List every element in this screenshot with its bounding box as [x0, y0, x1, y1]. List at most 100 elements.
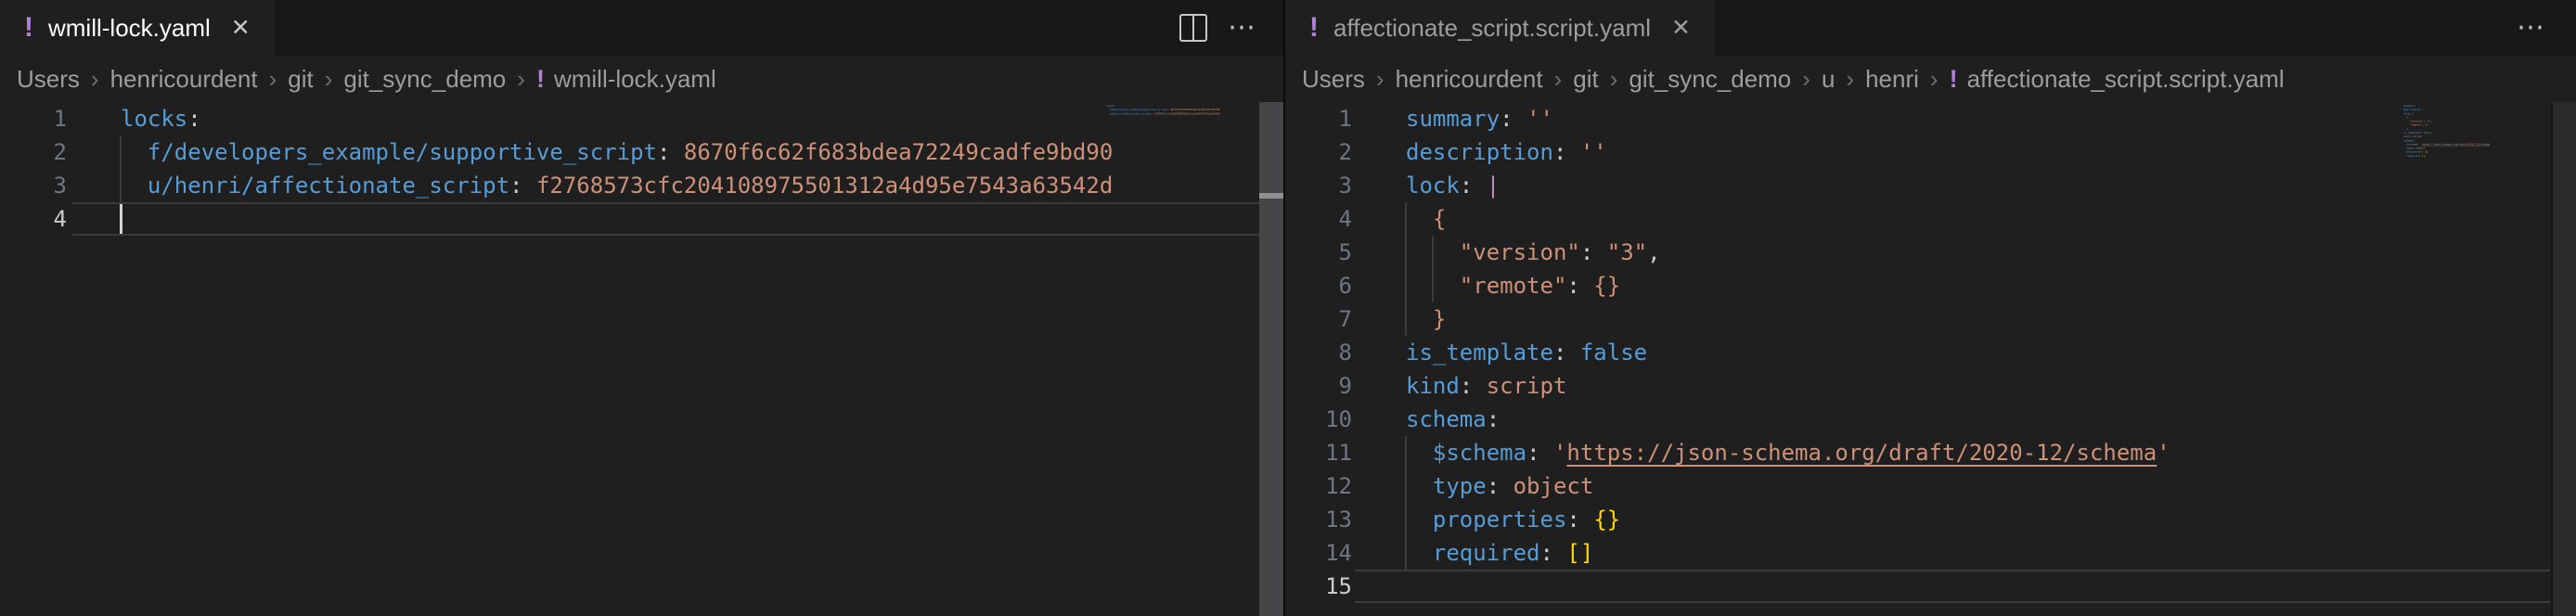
code-line[interactable]: 12 type: object — [1285, 469, 2576, 503]
code-line[interactable]: 1summary: '' — [1285, 102, 2576, 135]
breadcrumb-item[interactable]: Users — [1302, 65, 1365, 94]
code-line-text: lock: | — [1406, 169, 1500, 202]
code-token: : — [1460, 373, 1487, 399]
code-token: : — [1460, 173, 1487, 199]
code-token: '' — [1580, 139, 1607, 165]
minimap[interactable]: locks: f/developers_example/supportive_s… — [1106, 104, 1283, 120]
overview-ruler-cursor-marker — [1259, 193, 1283, 199]
line-number[interactable]: 2 — [0, 135, 67, 169]
vertical-scrollbar[interactable] — [2551, 102, 2576, 616]
code-token: , — [1647, 239, 1660, 265]
code-line[interactable]: 4 { — [1285, 202, 2576, 236]
breadcrumb-file-item[interactable]: !affectionate_script.script.yaml — [1950, 65, 2285, 94]
code-line[interactable]: 1 locks: — [0, 102, 1283, 135]
code-line[interactable]: 2description: '' — [1285, 135, 2576, 169]
line-number[interactable]: 6 — [1285, 269, 1352, 302]
line-number[interactable]: 12 — [1285, 469, 1352, 503]
breadcrumb-file-label: wmill-lock.yaml — [554, 65, 716, 94]
code-line[interactable]: 10schema: — [1285, 403, 2576, 436]
indent-guide — [1405, 202, 1407, 336]
code-line[interactable]: 7 } — [1285, 302, 2576, 336]
breadcrumb-file-item[interactable]: !wmill-lock.yaml — [536, 65, 716, 94]
line-number[interactable]: 15 — [1285, 570, 1352, 603]
yaml-file-icon: ! — [1309, 14, 1319, 42]
yaml-file-icon: ! — [24, 14, 33, 42]
code-token — [1406, 507, 1433, 533]
line-number[interactable]: 3 — [1285, 169, 1352, 202]
breadcrumb-separator-icon: › — [269, 65, 277, 94]
breadcrumb-item[interactable]: henricourdent — [110, 65, 258, 94]
code-token: : — [1487, 406, 1500, 432]
code-line-text: "remote": {} — [1406, 269, 1620, 302]
code-line-text: is_template: false — [1406, 336, 1647, 369]
code-line[interactable]: 13 properties: {} — [1285, 503, 2576, 536]
code-token: f2768573cfc204108975501312a4d95e7543a635… — [536, 173, 1113, 199]
code-line-text: u/henri/affectionate_script: f2768573cfc… — [121, 169, 1113, 202]
line-number[interactable]: 7 — [1285, 302, 1352, 336]
close-icon[interactable]: ✕ — [1671, 17, 1691, 40]
line-number[interactable]: 1 — [1285, 102, 1352, 135]
code-line-text: "version": "3", — [1406, 236, 1661, 269]
line-number[interactable]: 8 — [1285, 336, 1352, 369]
close-icon[interactable]: ✕ — [231, 17, 251, 40]
breadcrumb-item[interactable]: git_sync_demo — [343, 65, 506, 94]
code-token: : — [187, 106, 200, 132]
code-token: summary — [1406, 106, 1500, 132]
line-number[interactable]: 1 — [0, 102, 67, 135]
line-number[interactable]: 9 — [1285, 369, 1352, 403]
code-token: script — [1487, 373, 1567, 399]
line-number[interactable]: 3 — [0, 169, 67, 202]
code-line-text: type: object — [1406, 469, 1593, 503]
line-number[interactable]: 14 — [1285, 536, 1352, 570]
breadcrumb-item[interactable]: u — [1822, 65, 1835, 94]
line-number[interactable]: 4 — [1285, 202, 1352, 236]
tab-wmill-lock[interactable]: ! wmill-lock.yaml ✕ — [0, 0, 275, 56]
code-token: type — [1433, 473, 1487, 499]
more-actions-icon[interactable]: ⋯ — [2517, 14, 2546, 42]
yaml-file-icon: ! — [1950, 65, 1958, 94]
code-line-text: locks: — [121, 102, 201, 135]
code-token: : — [1566, 507, 1593, 533]
code-token: properties — [1433, 507, 1567, 533]
code-line-text: required: [] — [1406, 536, 1593, 570]
breadcrumb-item[interactable]: git — [288, 65, 313, 94]
editor-content-right[interactable]: 1summary: ''2description: ''3lock: |4 {5… — [1285, 102, 2576, 603]
breadcrumb-item[interactable]: Users — [17, 65, 80, 94]
code-token: "version" — [1460, 239, 1580, 265]
line-number[interactable]: 2 — [1285, 135, 1352, 169]
code-token: object — [1513, 473, 1594, 499]
code-token: : — [1487, 473, 1513, 499]
code-line[interactable]: 9kind: script — [1285, 369, 2576, 403]
schema-url-link[interactable]: https://json-schema.org/draft/2020-12/sc… — [1566, 440, 2157, 466]
code-token: : — [1500, 106, 1526, 132]
tab-affectionate-script[interactable]: ! affectionate_script.script.yaml ✕ — [1285, 0, 1715, 56]
line-number[interactable]: 5 — [1285, 236, 1352, 269]
code-line[interactable]: 6 "remote": {} — [1285, 269, 2576, 302]
line-number[interactable]: 10 — [1285, 403, 1352, 436]
line-number[interactable]: 13 — [1285, 503, 1352, 536]
code-line[interactable]: 8 is_template: false — [1285, 336, 2576, 369]
code-line[interactable]: 2 f/developers_example/supportive_script… — [0, 135, 1283, 169]
code-token — [1406, 440, 1433, 466]
vertical-scrollbar[interactable] — [1259, 102, 1283, 616]
tab-title: affectionate_script.script.yaml — [1333, 16, 1651, 40]
code-line[interactable]: 14 required: [] — [1285, 536, 2576, 570]
code-token: { — [1433, 206, 1446, 232]
code-token — [121, 173, 148, 199]
breadcrumb-item[interactable]: henri — [1865, 65, 1919, 94]
code-line[interactable]: 5 "version": "3", — [1285, 236, 2576, 269]
code-line[interactable]: 11 $schema: 'https://json-schema.org/dra… — [1285, 436, 2576, 469]
code-token: "remote" — [1460, 273, 1567, 299]
breadcrumb-separator-icon: › — [1846, 65, 1854, 94]
more-actions-icon[interactable]: ⋯ — [1228, 14, 1257, 42]
code-line[interactable]: 3 u/henri/affectionate_script: f2768573c… — [0, 169, 1283, 202]
breadcrumb-item[interactable]: git_sync_demo — [1629, 65, 1791, 94]
breadcrumb-item[interactable]: git — [1573, 65, 1598, 94]
line-number[interactable]: 11 — [1285, 436, 1352, 469]
breadcrumb-separator-icon: › — [1802, 65, 1810, 94]
line-number[interactable]: 4 — [0, 202, 67, 236]
current-line-highlight — [1355, 570, 2550, 603]
split-editor-icon[interactable] — [1179, 14, 1207, 42]
breadcrumb-item[interactable]: henricourdent — [1396, 65, 1543, 94]
code-line[interactable]: 3 lock: | — [1285, 169, 2576, 202]
